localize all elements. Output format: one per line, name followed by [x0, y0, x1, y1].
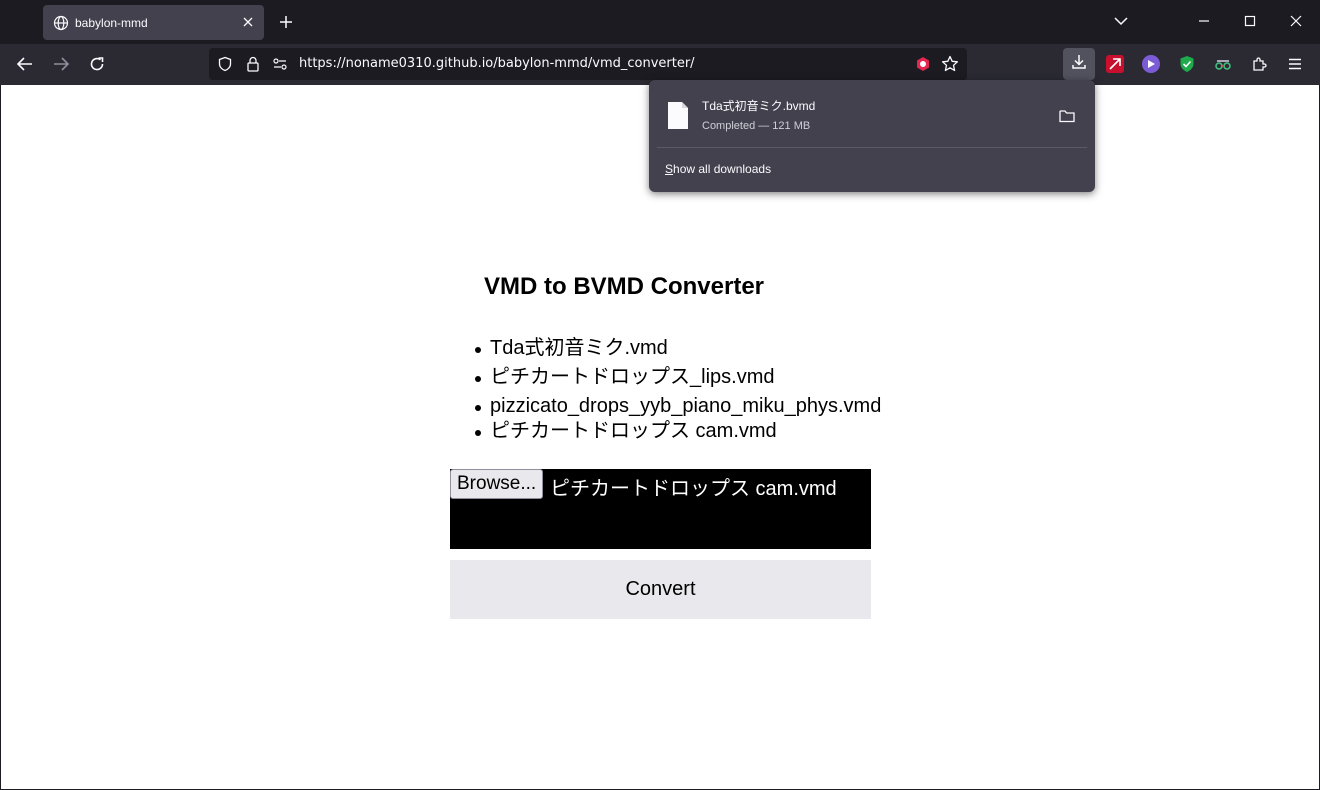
- open-folder-icon[interactable]: [1058, 107, 1076, 125]
- permissions-icon[interactable]: [271, 55, 289, 73]
- list-all-tabs-icon[interactable]: [1112, 12, 1130, 30]
- forward-icon[interactable]: [51, 54, 71, 74]
- browse-button[interactable]: Browse...: [450, 469, 544, 499]
- shield-icon[interactable]: [216, 55, 234, 73]
- minimize-icon[interactable]: [1195, 12, 1213, 30]
- file-list: Tda式初音ミク.vmd ピチカートドロップス_lips.vmd pizzica…: [474, 335, 882, 447]
- tab-babylon-mmd[interactable]: babylon-mmd: [43, 5, 264, 40]
- panel-divider: [657, 147, 1087, 148]
- downloads-button[interactable]: [1063, 48, 1095, 80]
- page-title: VMD to BVMD Converter: [484, 273, 765, 300]
- access-key: S: [665, 162, 674, 176]
- download-status: Completed — 121 MB: [702, 120, 811, 132]
- download-icon: [1071, 54, 1087, 75]
- url-text: https://noname0310.github.io/babylon-mmd…: [299, 56, 695, 71]
- pdf-extension-icon[interactable]: [1106, 55, 1124, 73]
- globe-icon: [53, 15, 69, 31]
- convert-button[interactable]: Convert: [450, 560, 871, 619]
- selected-file-name: ピチカートドロップス cam.vmd: [550, 478, 837, 500]
- extension-badge-icon[interactable]: [914, 55, 932, 73]
- navigation-toolbar: https://noname0310.github.io/babylon-mmd…: [0, 44, 1320, 85]
- show-all-label: how all downloads: [673, 162, 772, 176]
- back-icon[interactable]: [15, 54, 35, 74]
- file-input[interactable]: Browse... ピチカートドロップス cam.vmd: [450, 469, 871, 549]
- tab-title: babylon-mmd: [75, 15, 148, 30]
- reload-icon[interactable]: [87, 54, 107, 74]
- list-item: ピチカートドロップス cam.vmd: [474, 418, 881, 447]
- download-filename[interactable]: Tda式初音ミク.bvmd: [702, 97, 815, 114]
- show-all-downloads-link[interactable]: Show all downloads: [665, 162, 771, 176]
- list-item: pizzicato_drops_yyb_piano_miku_phys.vmd: [474, 395, 882, 417]
- tab-strip: babylon-mmd: [0, 0, 1320, 44]
- close-window-icon[interactable]: [1287, 12, 1305, 30]
- media-extension-icon[interactable]: [1142, 55, 1160, 73]
- address-bar[interactable]: https://noname0310.github.io/babylon-mmd…: [209, 48, 967, 80]
- file-icon: [667, 101, 689, 130]
- shield-check-icon[interactable]: [1178, 55, 1196, 73]
- extensions-puzzle-icon[interactable]: [1250, 55, 1268, 73]
- list-item: Tda式初音ミク.vmd: [474, 335, 881, 364]
- close-tab-icon[interactable]: [240, 14, 256, 30]
- list-item: ピチカートドロップス_lips.vmd: [474, 364, 881, 393]
- maximize-icon[interactable]: [1241, 12, 1259, 30]
- menu-icon[interactable]: [1286, 55, 1304, 73]
- spy-glasses-icon[interactable]: [1214, 55, 1232, 73]
- new-tab-icon[interactable]: [276, 12, 296, 32]
- bookmark-star-icon[interactable]: [941, 55, 959, 73]
- lock-icon[interactable]: [244, 55, 262, 73]
- downloads-panel: Tda式初音ミク.bvmd Completed — 121 MB Show al…: [649, 80, 1095, 192]
